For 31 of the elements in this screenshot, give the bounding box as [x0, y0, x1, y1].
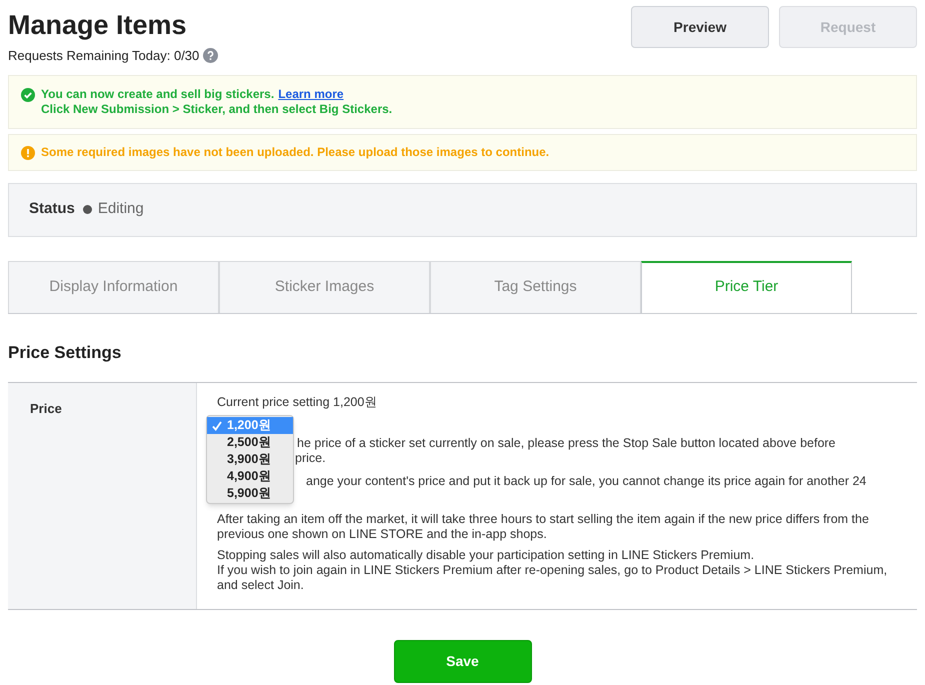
instruction-text: After taking an item off the market, it will take three hours to start selling the item again if the new price differs from the previous one shown on LINE STORE and the in-app shops. [217, 512, 870, 542]
check-icon [212, 420, 222, 430]
dropdown-option[interactable]: 3,900원 [207, 451, 293, 468]
tab[interactable]: Tag Settings [430, 260, 641, 312]
notice-text: You can now create and sell big stickers. [41, 86, 274, 102]
dropdown-option[interactable]: 4,900원 [207, 468, 293, 485]
notice-text: Click New Submission > Sticker, and then select Big Stickers. [41, 102, 392, 116]
tab[interactable]: Display Information [8, 260, 219, 312]
page-title: Manage Items [8, 9, 188, 42]
save-button[interactable]: Save [394, 640, 532, 683]
requests-remaining: Requests Remaining Today: 0/30 [8, 47, 200, 65]
exclamation-circle-icon [21, 146, 35, 160]
check-circle-icon [21, 88, 35, 102]
tab[interactable]: Sticker Images [219, 260, 430, 312]
tab[interactable]: Price Tier [641, 260, 852, 312]
instruction-text: price. [295, 451, 326, 466]
toolbar-button[interactable]: Preview [631, 6, 769, 48]
dropdown-option[interactable]: 2,500원 [207, 434, 293, 451]
current-price: Current price setting 1,200원 [217, 395, 378, 410]
status-value: Editing [98, 199, 144, 220]
notice-text: Some required images have not been uploaded. Please upload those images to continue. [41, 144, 550, 160]
learn-more-link[interactable]: Learn more [278, 86, 344, 102]
section-title: Price Settings [8, 342, 122, 364]
price-label: Price [30, 401, 62, 416]
instruction-text: he price of a sticker set currently on sale, please press the Stop Sale button located above before [297, 436, 836, 451]
instruction-text: ange your content's price and put it back up for sale, you cannot change its price again for another 24 [306, 474, 866, 489]
help-icon[interactable] [203, 48, 218, 64]
dropdown-option[interactable]: 5,900원 [207, 485, 293, 502]
dropdown-option[interactable]: 1,200원 [207, 417, 293, 434]
instruction-text: Stopping sales will also automatically disable your participation setting in LINE Stickers Premium. If you wish to join again in LINE Stickers Premium after re-opening sales, go to Product Details > LINE Stickers Premium, and select Join. [217, 548, 888, 593]
status-label: Status [29, 199, 75, 220]
